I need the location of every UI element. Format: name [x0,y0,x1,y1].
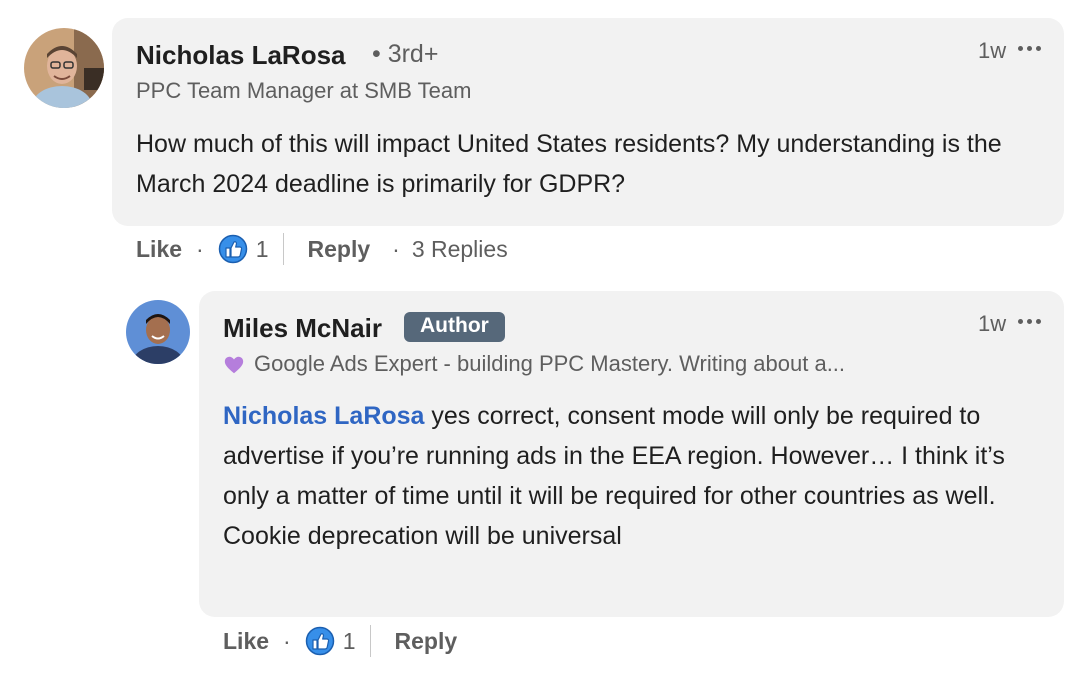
separator-dot: · [392,235,400,262]
reaction-count[interactable]: 1 [256,236,269,263]
purple-heart-icon [224,356,244,374]
more-horizontal-icon[interactable] [1018,319,1041,324]
separator-dot: · [283,627,291,654]
comment-text: How much of this will impact United Stat… [136,130,1002,198]
like-reaction-icon[interactable] [305,626,335,656]
comments-thread: Nicholas LaRosa • 3rd+ PPC Team Manager … [0,0,1080,676]
replier-avatar[interactable] [126,300,190,364]
replier-headline: Google Ads Expert - building PPC Mastery… [254,351,846,376]
reply-text: Nicholas LaRosa yes correct, consent mod… [223,396,1038,556]
reply-timestamp: 1w [978,311,1007,336]
like-reaction-icon[interactable] [218,234,248,264]
mention-link[interactable]: Nicholas LaRosa [223,402,424,430]
commenter-name[interactable]: Nicholas LaRosa [136,40,346,71]
comment-actions: Like · 1 Reply · 3 Replies [136,233,508,265]
commenter-headline: PPC Team Manager at SMB Team [136,78,472,103]
reply-button[interactable]: Reply [308,236,371,263]
like-button[interactable]: Like [223,628,269,655]
more-horizontal-icon[interactable] [1018,46,1041,51]
divider [369,625,371,657]
connection-degree: • 3rd+ [372,40,439,68]
reply-button[interactable]: Reply [395,628,458,655]
reply-actions: Like · 1 Reply [223,625,457,657]
author-badge: Author [404,312,505,342]
divider [282,233,284,265]
separator-dot: · [196,235,204,262]
replier-name[interactable]: Miles McNair [223,313,382,344]
like-button[interactable]: Like [136,236,182,263]
reaction-count[interactable]: 1 [343,628,356,655]
commenter-avatar[interactable] [24,28,104,108]
view-replies-link[interactable]: 3 Replies [412,236,508,263]
comment-timestamp: 1w [978,38,1007,63]
